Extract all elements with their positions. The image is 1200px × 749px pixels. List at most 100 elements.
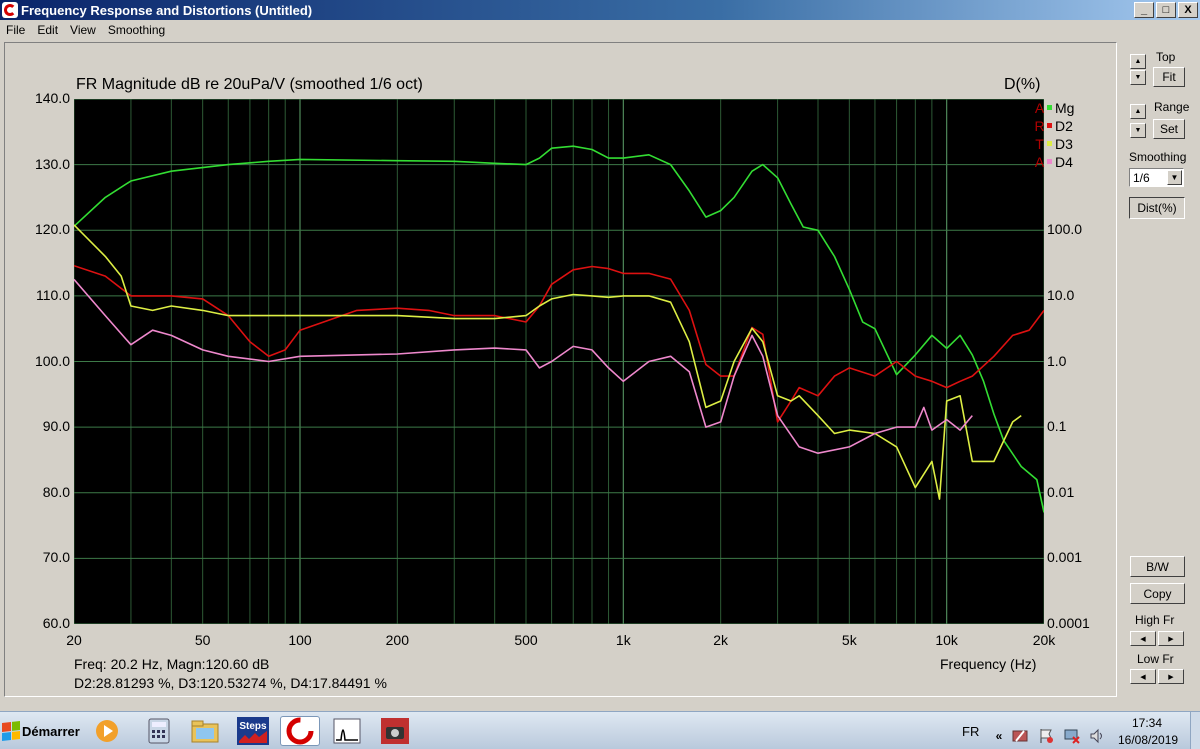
legend-letter: T (1035, 135, 1044, 152)
app-icon (2, 2, 18, 18)
x-tick: 5k (841, 632, 857, 648)
dropdown-arrow-icon[interactable]: ▼ (1167, 170, 1182, 185)
smoothing-label: Smoothing (1129, 150, 1187, 164)
legend-item-d3[interactable]: T D3 (1034, 135, 1073, 152)
maximize-button[interactable]: □ (1156, 2, 1176, 18)
x-tick: 10k (935, 632, 958, 648)
legend-swatch (1047, 105, 1052, 110)
dist-percent-toggle[interactable]: Dist(%) (1129, 197, 1185, 219)
start-label: Démarrer (22, 723, 80, 739)
y-tick-right: 0.1 (1047, 418, 1067, 435)
copy-button[interactable]: Copy (1130, 583, 1185, 604)
legend-name: D2 (1055, 117, 1073, 134)
screenshot-app-icon[interactable] (378, 716, 412, 746)
y-tick-right: 0.001 (1047, 549, 1083, 566)
legend-letter: A (1034, 99, 1045, 116)
x-tick: 100 (288, 632, 312, 648)
frequency-app-icon[interactable] (330, 716, 364, 746)
smoothing-select[interactable]: 1/6 ▼ (1129, 168, 1184, 187)
rew-app-icon-active[interactable] (280, 716, 320, 746)
y-tick-left: 130.0 (34, 155, 70, 172)
set-button[interactable]: Set (1153, 119, 1185, 139)
y-tick-left: 60.0 (42, 615, 70, 631)
top-up-spin[interactable]: ▲ (1130, 54, 1146, 69)
low-fr-right-button[interactable]: ▶ (1158, 669, 1184, 684)
legend-item-d2[interactable]: R D2 (1034, 117, 1073, 134)
window-title: Frequency Response and Distortions (Unti… (21, 2, 313, 18)
range-up-spin[interactable]: ▲ (1130, 104, 1146, 119)
minimize-button[interactable]: _ (1134, 2, 1154, 18)
x-tick: 200 (385, 632, 409, 648)
taskbar: Démarrer Steps FR « 17:34 16/08/2019 (0, 711, 1200, 749)
start-button[interactable]: Démarrer (2, 716, 80, 746)
clock-time[interactable]: 17:34 (1132, 716, 1162, 730)
top-label: Top (1156, 50, 1176, 64)
language-indicator[interactable]: FR (962, 724, 979, 739)
y-tick-left: 90.0 (42, 418, 70, 435)
y-tick-left: 80.0 (42, 483, 70, 500)
file-explorer-icon[interactable] (188, 716, 222, 746)
x-tick: 2k (713, 632, 729, 648)
action-center-flag-icon[interactable] (1038, 728, 1054, 744)
legend-item-mg[interactable]: A Mg (1034, 99, 1075, 116)
y-tick-left: 110.0 (36, 286, 70, 303)
low-fr-left-button[interactable]: ◀ (1130, 669, 1156, 684)
show-hidden-icons-button[interactable]: « (991, 728, 1007, 744)
high-fr-left-button[interactable]: ◀ (1130, 631, 1156, 646)
x-tick: 20k (1032, 632, 1056, 648)
high-fr-right-button[interactable]: ▶ (1158, 631, 1184, 646)
top-down-spin[interactable]: ▼ (1130, 70, 1146, 85)
cursor-readout-freq: Freq: 20.2 Hz, Magn:120.60 dB (74, 656, 270, 672)
volume-icon[interactable] (1089, 728, 1105, 744)
svg-text:Steps: Steps (239, 721, 267, 732)
title-bar: Frequency Response and Distortions (Unti… (0, 0, 1200, 20)
frequency-response-chart (74, 99, 1044, 624)
show-desktop-button[interactable] (1190, 712, 1200, 749)
tray-app-icon-1[interactable] (1012, 728, 1028, 744)
y-tick-right: 0.0001 (1047, 615, 1090, 631)
x-axis-label: Frequency (Hz) (940, 656, 1037, 672)
series-line-mg (74, 145, 1044, 513)
plot-area[interactable] (74, 99, 1044, 624)
smoothing-value: 1/6 (1133, 170, 1150, 185)
windows-logo-icon (2, 721, 20, 741)
legend-swatch (1047, 159, 1052, 164)
legend-item-d4[interactable]: A D4 (1034, 153, 1073, 170)
bw-button[interactable]: B/W (1130, 556, 1185, 577)
x-tick: 1k (615, 632, 631, 648)
legend-name: Mg (1055, 99, 1075, 116)
plot-title: FR Magnitude dB re 20uPa/V (smoothed 1/6… (76, 76, 423, 93)
y-tick-right: 100.0 (1047, 221, 1083, 238)
range-label: Range (1154, 100, 1190, 114)
menu-view[interactable]: View (64, 23, 102, 37)
legend-letter: A (1034, 153, 1045, 170)
range-down-spin[interactable]: ▼ (1130, 123, 1146, 138)
menu-edit[interactable]: Edit (31, 23, 64, 37)
clock-date[interactable]: 16/08/2019 (1118, 733, 1178, 747)
media-player-icon[interactable] (90, 716, 124, 746)
y-tick-left: 100.0 (34, 352, 70, 369)
y-tick-right: 1.0 (1047, 352, 1067, 369)
steps-app-icon[interactable]: Steps (236, 716, 270, 746)
low-fr-label: Low Fr (1137, 652, 1174, 666)
menu-bar: File Edit View Smoothing (0, 20, 1200, 40)
fit-button[interactable]: Fit (1153, 67, 1185, 87)
menu-file[interactable]: File (0, 23, 31, 37)
y-tick-right: 0.01 (1047, 483, 1075, 500)
legend-swatch (1047, 123, 1052, 128)
calculator-icon[interactable] (142, 716, 176, 746)
network-icon[interactable] (1064, 728, 1080, 744)
y-tick-right: 10.0 (1047, 286, 1075, 303)
y-tick-left: 70.0 (42, 549, 70, 566)
x-tick: 20 (66, 632, 82, 648)
series-line-d2 (74, 264, 1044, 423)
legend-swatch (1047, 141, 1052, 146)
y-tick-left: 140.0 (34, 90, 70, 106)
cursor-readout-distortion: D2:28.81293 %, D3:120.53274 %, D4:17.844… (74, 675, 387, 691)
x-tick: 500 (514, 632, 538, 648)
window-controls: _ □ X (1134, 2, 1198, 18)
legend-name: D4 (1055, 153, 1073, 170)
x-tick: 50 (194, 632, 211, 648)
close-button[interactable]: X (1178, 2, 1198, 18)
menu-smoothing[interactable]: Smoothing (102, 23, 171, 37)
